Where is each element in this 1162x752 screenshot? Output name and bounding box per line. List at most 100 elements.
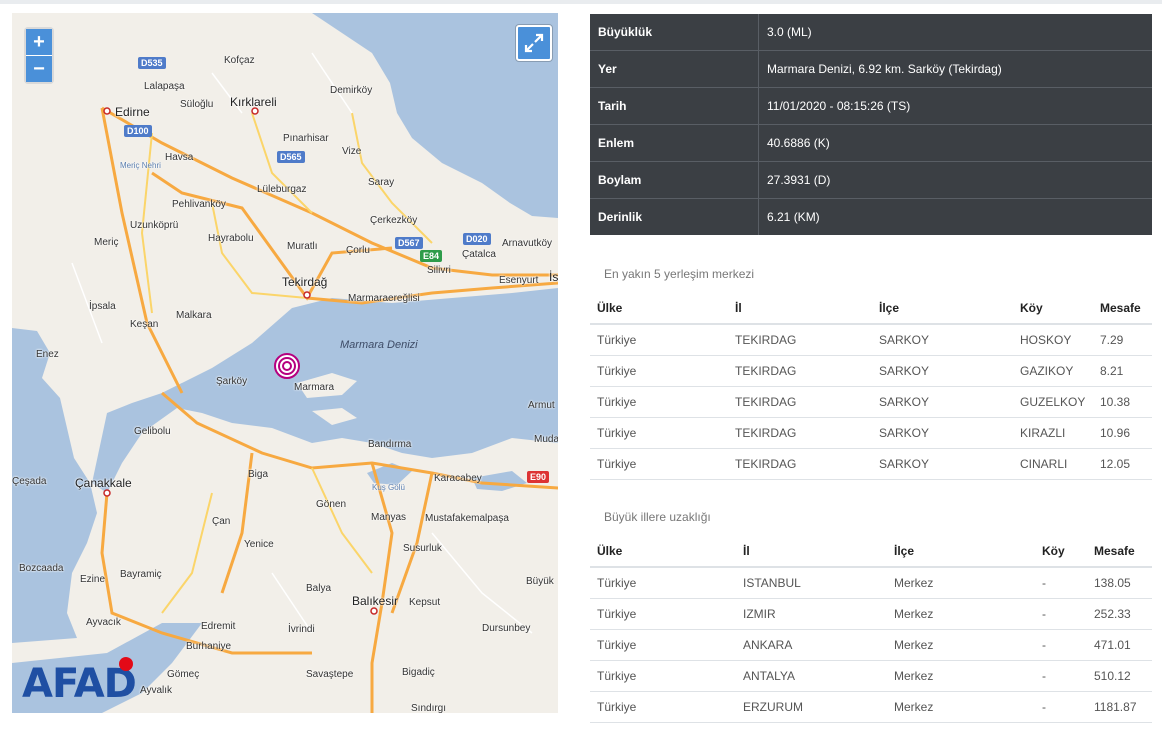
cell-district: SARKOY <box>872 324 1013 356</box>
map-label-gelibolu: Gelibolu <box>134 426 171 437</box>
map-label-balya: Balya <box>306 583 332 594</box>
epicenter-marker <box>274 353 300 379</box>
cell-distance: 1181.87 <box>1087 691 1152 723</box>
map-label-saray: Saray <box>368 177 395 188</box>
col-header-village: Köy <box>1035 536 1087 568</box>
map-label-ayvacik: Ayvacık <box>86 617 121 628</box>
table-row: Türkiye TEKIRDAG SARKOY HOSKOY 7.29 <box>590 324 1152 356</box>
map-label-karacabey: Karacabey <box>434 473 482 484</box>
cell-district: SARKOY <box>872 448 1013 480</box>
map-label-balikesir: Balıkesir <box>352 594 399 608</box>
col-header-distance: Mesafe <box>1093 293 1152 325</box>
map-label-cerkezkoy: Çerkezköy <box>370 215 418 226</box>
map-label-sea: Marmara Denizi <box>340 339 418 351</box>
details-row-location: Yer Marmara Denizi, 6.92 km. Sarköy (Tek… <box>590 50 1152 88</box>
map-label-arnavutkoy: Arnavutköy <box>502 238 553 249</box>
cell-village: - <box>1035 629 1087 661</box>
map-label-kepsut: Kepsut <box>409 597 441 608</box>
cell-country: Türkiye <box>590 448 728 480</box>
map-label-manyas: Manyas <box>371 512 407 523</box>
map-label-lalapasa: Lalapaşa <box>144 81 185 92</box>
cell-village: - <box>1035 660 1087 692</box>
cell-district: Merkez <box>887 567 1035 599</box>
details-value: 6.21 (KM) <box>767 210 820 224</box>
details-key: Tarih <box>590 87 759 125</box>
map-label-ayvalik: Ayvalık <box>140 685 173 696</box>
details-value: 40.6886 (K) <box>758 124 1152 162</box>
map-base <box>12 13 558 713</box>
cell-distance: 7.29 <box>1093 324 1152 356</box>
cell-country: Türkiye <box>590 629 736 661</box>
zoom-in-button[interactable]: + <box>26 29 52 55</box>
top-bar <box>0 0 1162 4</box>
map-label-ezine: Ezine <box>80 574 106 585</box>
road-shield-d565: D565 <box>277 151 305 163</box>
details-row-magnitude: Büyüklük 3.0 (ML) <box>590 14 1152 51</box>
fullscreen-button[interactable] <box>516 25 552 61</box>
cities-header-row: Ülke İl İlçe Köy Mesafe <box>590 536 1152 568</box>
details-key: Enlem <box>590 124 759 162</box>
nearest-header-row: Ülke İl İlçe Köy Mesafe <box>590 293 1152 325</box>
details-row-date: Tarih 11/01/2020 - 08:15:26 (TS) <box>590 87 1152 125</box>
afad-logo: AFAD <box>22 661 137 707</box>
cell-distance: 10.38 <box>1093 386 1152 418</box>
map-label-savastepe: Savaştepe <box>306 669 354 680</box>
cell-district: SARKOY <box>872 386 1013 418</box>
earthquake-map[interactable]: Kofçaz Lalapaşa Süloğlu Kırklareli Demir… <box>12 13 558 713</box>
turkish-flag-icon <box>119 657 133 671</box>
cell-village: - <box>1035 691 1087 723</box>
road-shield-d567: D567 <box>395 237 423 249</box>
cell-province: ANTALYA <box>736 660 887 692</box>
map-label-marmara: Marmara <box>294 382 335 393</box>
map-label-burhaniye: Burhaniye <box>186 641 232 652</box>
details-key: Yer <box>590 50 759 88</box>
map-label-pinarhisar: Pınarhisar <box>283 133 329 144</box>
cities-table: Ülke İl İlçe Köy Mesafe Türkiye ISTANBUL… <box>590 536 1152 723</box>
cell-province: TEKIRDAG <box>728 324 872 356</box>
map-label-havsa: Havsa <box>165 152 194 163</box>
cell-distance: 8.21 <box>1093 355 1152 387</box>
col-header-distance: Mesafe <box>1087 536 1152 568</box>
col-header-country: Ülke <box>590 536 736 568</box>
map-label-silivri: Silivri <box>427 265 451 276</box>
map-label-biga: Biga <box>248 469 269 480</box>
map-label-bandirma: Bandırma <box>368 439 412 450</box>
map-label-uzunkopru: Uzunköprü <box>130 220 179 231</box>
map-label-sindirgi: Sındırgı <box>411 703 447 713</box>
map-label-pehlivankoy: Pehlivanköy <box>172 199 226 210</box>
map-label-meric-nehri: Meriç Nehri <box>120 161 161 170</box>
details-key: Boylam <box>590 161 759 199</box>
details-value: 11/01/2020 - 08:15:26 (TS) <box>758 87 1152 125</box>
map-label-hayrabolu: Hayrabolu <box>208 233 254 244</box>
nearest-title: En yakın 5 yerleşim merkezi <box>604 267 755 281</box>
details-key: Büyüklük <box>590 14 759 51</box>
nearest-table: Ülke İl İlçe Köy Mesafe Türkiye TEKIRDAG… <box>590 293 1152 480</box>
table-row: Türkiye ERZURUM Merkez - 1181.87 <box>590 691 1152 723</box>
col-header-province: İl <box>728 293 872 325</box>
table-row: Türkiye ISTANBUL Merkez - 138.05 <box>590 567 1152 599</box>
map-label-enez: Enez <box>36 349 59 360</box>
cell-village: HOSKOY <box>1013 324 1093 356</box>
cell-province: TEKIRDAG <box>728 386 872 418</box>
cell-country: Türkiye <box>590 355 728 387</box>
cell-distance: 138.05 <box>1087 567 1152 599</box>
cell-distance: 12.05 <box>1093 448 1152 480</box>
map-label-suloglu: Süloğlu <box>180 99 214 110</box>
zoom-out-button[interactable]: − <box>26 55 52 82</box>
cell-province: TEKIRDAG <box>728 417 872 449</box>
map-label-edirne: Edirne <box>115 105 150 119</box>
cell-country: Türkiye <box>590 660 736 692</box>
table-row: Türkiye TEKIRDAG SARKOY GAZIKOY 8.21 <box>590 355 1152 387</box>
map-label-malkara: Malkara <box>176 310 212 321</box>
details-row-latitude: Enlem 40.6886 (K) <box>590 124 1152 162</box>
cell-village: - <box>1035 567 1087 599</box>
table-row: Türkiye IZMIR Merkez - 252.33 <box>590 598 1152 630</box>
map-label-marmaraereglisi: Marmaraereğlisi <box>348 293 420 304</box>
map-label-gomec: Gömeç <box>167 669 200 680</box>
map-label-yenice: Yenice <box>244 539 274 550</box>
map-label-susurluk: Susurluk <box>403 543 442 554</box>
cell-province: ISTANBUL <box>736 567 887 599</box>
details-row-depth: Derinlik 6.21 (KM) <box>590 198 1152 235</box>
table-row: Türkiye TEKIRDAG SARKOY KIRAZLI 10.96 <box>590 417 1152 449</box>
map-label-can: Çan <box>212 516 231 527</box>
